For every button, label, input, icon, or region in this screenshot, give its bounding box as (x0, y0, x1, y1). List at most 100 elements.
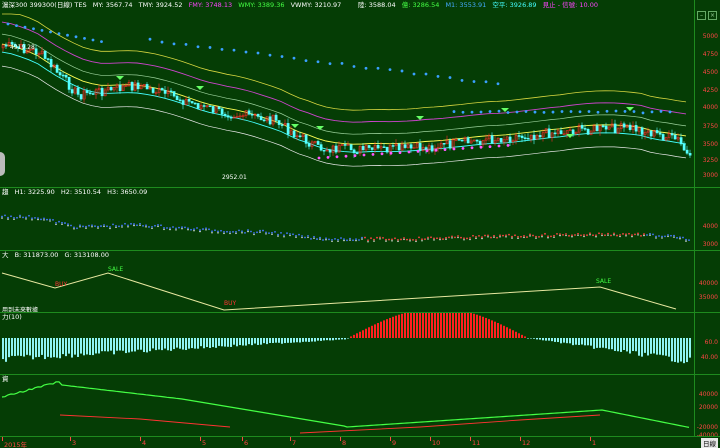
trend-dot (607, 232, 609, 235)
force-bar (41, 338, 43, 355)
trend-dot (307, 234, 309, 237)
candle-body (70, 89, 74, 94)
force-bar (584, 338, 586, 346)
trend-dot (340, 237, 342, 239)
trend-dot (583, 234, 585, 236)
trend-panel[interactable]: 趨 H1: 3225.90 H2: 3510.54 H3: 3650.09 (0, 188, 694, 250)
buy-marker: BUY (224, 300, 237, 307)
force-bar (83, 338, 85, 356)
trend-dot (403, 238, 405, 241)
price-axis: 5000 4750 4500 4250 4000 3750 3500 3250 3000 (694, 0, 720, 187)
force-bar (89, 338, 91, 355)
sale-marker: SALE (596, 278, 612, 285)
force-bar (608, 338, 610, 350)
trend-dot (94, 225, 96, 228)
force-bar (59, 338, 61, 359)
fund-line (1, 381, 690, 428)
force-bar (365, 328, 367, 338)
force-bar (593, 338, 595, 349)
force-axis: 60.0 40.00 (694, 313, 720, 374)
force-bar (602, 338, 604, 348)
force-bar (482, 316, 484, 338)
support-dot (443, 148, 447, 152)
candle-body (475, 139, 479, 142)
day-view-button[interactable]: 日線 (701, 438, 718, 448)
trend-dot (145, 226, 147, 228)
force-bar (383, 320, 385, 338)
force-bar (35, 338, 37, 358)
candle-body (499, 138, 503, 143)
support-dot (353, 154, 357, 158)
fund-panel[interactable]: 資 (0, 375, 694, 436)
trend-dot (559, 234, 561, 237)
minimize-icon[interactable]: – (697, 11, 706, 20)
signal-line (1, 272, 677, 311)
support-dot (335, 155, 339, 159)
trend-dot (613, 232, 615, 235)
trend-dot (31, 219, 33, 221)
force-bar (209, 338, 211, 348)
candle-body (172, 91, 176, 97)
resistance-dot (66, 33, 69, 37)
trend-dot (577, 232, 579, 235)
force-panel[interactable]: 力(10) (0, 313, 694, 374)
trend-dot (334, 237, 336, 240)
force-bar (17, 338, 19, 356)
candle-body (571, 129, 575, 135)
force-bar (293, 338, 295, 343)
candle-body (403, 144, 407, 148)
trend-dot (571, 236, 573, 238)
force-bar (62, 338, 64, 355)
trend-dot (10, 215, 12, 218)
trend-dot (613, 234, 615, 236)
force-bar (689, 338, 691, 358)
trend-dot (148, 226, 150, 228)
force-bar (272, 338, 274, 344)
price-tick-label: 4750 (702, 51, 718, 58)
force-bar (488, 319, 490, 338)
trend-dot (409, 238, 411, 241)
signal-axis: 40000 35000 (694, 251, 720, 312)
candle-body (175, 95, 179, 101)
candle-body (181, 100, 185, 105)
candle-body (385, 147, 389, 153)
trend-dot (469, 237, 471, 239)
trend-dot (331, 240, 333, 243)
trend-dot (406, 238, 408, 241)
trend-dot (205, 227, 207, 230)
scroll-handle[interactable] (0, 152, 5, 176)
trend-dot (622, 233, 624, 235)
force-bar (434, 313, 436, 338)
trend-dot (358, 239, 360, 241)
force-bar (107, 338, 109, 352)
candle-body (520, 135, 524, 138)
trend-dot (160, 224, 162, 227)
force-bar (530, 338, 532, 339)
trend-dot (13, 218, 15, 221)
trend-dot (625, 235, 627, 237)
trend-dot (571, 234, 573, 237)
time-tick (430, 437, 431, 441)
candle-body (448, 140, 452, 149)
signal-panel[interactable]: 大 B: 311873.00 G: 313108.00 SALE BUY BUY… (0, 251, 694, 314)
trend-dot (595, 236, 597, 238)
trend-dot (121, 224, 123, 227)
time-axis[interactable]: 日線 2015年 3 4 5 6 7 8 9 10 11 12 1 (0, 436, 720, 448)
close-icon[interactable]: × (708, 11, 717, 20)
trend-dot (283, 234, 285, 237)
force-bar (500, 324, 502, 338)
force-bar (536, 338, 538, 340)
force-bar (683, 338, 685, 364)
trend-dot (679, 238, 681, 240)
trend-dot (595, 234, 597, 237)
force-bar (230, 338, 232, 347)
trend-dot (73, 226, 75, 229)
price-panel[interactable]: 滬深300 399300(日線) TES MY: 3567.74 TMY: 39… (0, 0, 694, 187)
trend-dot (184, 226, 186, 229)
candle-body (196, 103, 200, 109)
force-bar (542, 338, 544, 341)
trend-dot (460, 236, 462, 239)
resistance-dot (569, 110, 573, 113)
force-bar (647, 338, 649, 356)
trend-dot (205, 229, 207, 231)
